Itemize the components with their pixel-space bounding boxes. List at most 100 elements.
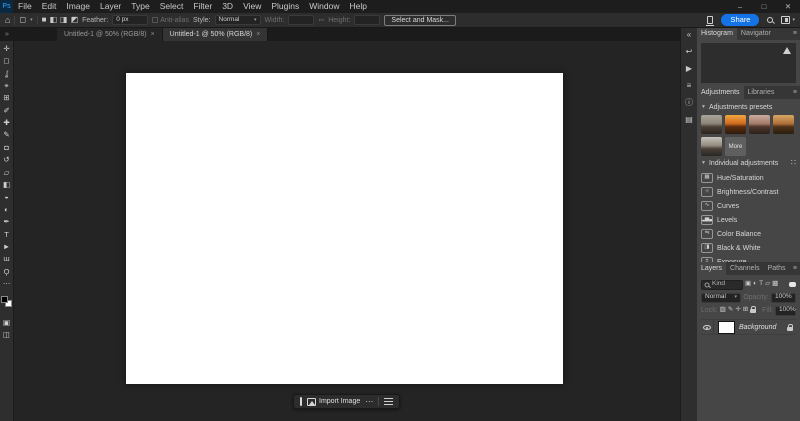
panel-menu-icon[interactable]: ≡ <box>790 262 800 275</box>
document-tab[interactable]: Untitled-1 @ 50% (RGB/8) × <box>57 28 163 41</box>
rectangular-marquee-tool[interactable]: ◻ <box>3 56 9 65</box>
history-brush-tool[interactable]: ↺ <box>3 156 9 165</box>
menu-item[interactable]: Filter <box>188 2 217 11</box>
menu-item[interactable]: Help <box>344 2 371 11</box>
panel-tab[interactable]: Histogram <box>697 27 737 40</box>
menu-item[interactable]: Edit <box>37 2 62 11</box>
menu-item[interactable]: Window <box>304 2 344 11</box>
lock-artboard-icon[interactable]: ⊞ <box>743 307 748 314</box>
panel-tab[interactable]: Paths <box>764 262 790 275</box>
panel-tab[interactable]: Adjustments <box>697 86 744 99</box>
foreground-color-swatch[interactable] <box>1 295 8 303</box>
menu-item[interactable]: File <box>13 2 37 11</box>
type-tool[interactable]: T <box>4 230 9 239</box>
adjustment-item[interactable]: ◨ Black & White <box>701 241 796 255</box>
new-selection-icon[interactable]: ■ <box>42 16 47 24</box>
screen-mode-icon[interactable]: ◫ <box>3 330 10 339</box>
filter-shape-layers-icon[interactable]: ▱ <box>765 281 770 288</box>
edit-toolbar-icon[interactable]: ⋯ <box>3 279 11 288</box>
filter-smart-objects-icon[interactable]: ▩ <box>772 281 778 288</box>
maximize-button[interactable]: □ <box>752 3 776 11</box>
adjustments-presets-header[interactable]: ▼ Adjustments presets <box>701 104 796 111</box>
individual-adjustments-header[interactable]: ▼ Individual adjustments ∷ <box>701 159 796 167</box>
collapse-panels-icon[interactable]: « <box>687 29 691 40</box>
link-dimensions-icon[interactable]: ∾ <box>318 17 324 24</box>
width-input[interactable] <box>288 15 315 25</box>
adjustment-item[interactable]: ± Exposure <box>701 255 796 262</box>
layer-visibility-cell[interactable] <box>701 320 714 334</box>
panel-tab[interactable]: Channels <box>726 262 764 275</box>
more-presets-button[interactable]: More <box>725 137 746 156</box>
layer-filter-toggle[interactable] <box>789 282 796 287</box>
color-swatches[interactable] <box>1 295 12 307</box>
menu-item[interactable]: View <box>238 2 266 11</box>
filter-pixel-layers-icon[interactable]: ▣ <box>745 281 751 288</box>
move-tool[interactable]: ✛ <box>3 44 9 53</box>
layer-lock-icon[interactable] <box>787 323 793 331</box>
panel-menu-icon[interactable]: ≡ <box>790 86 800 99</box>
device-preview-icon[interactable] <box>706 16 715 26</box>
fill-input[interactable]: 100% <box>775 305 796 316</box>
object-selection-tool[interactable]: ⌖ <box>4 81 8 90</box>
import-image-button[interactable]: Import Image <box>307 397 360 406</box>
search-icon[interactable] <box>767 17 774 23</box>
path-selection-tool[interactable]: ► <box>3 242 10 251</box>
quick-mask-icon[interactable]: ▣ <box>3 318 10 327</box>
gradient-tool[interactable]: ◧ <box>3 180 10 189</box>
blur-tool[interactable]: ◒ <box>4 193 9 202</box>
document-tab[interactable]: Untitled-1 @ 50% (RGB/8) × <box>162 28 269 41</box>
grid-view-icon[interactable]: ∷ <box>791 159 796 167</box>
blend-mode-select[interactable]: Normal ▾ <box>701 292 741 303</box>
menu-item[interactable]: Select <box>155 2 189 11</box>
layer-thumbnail[interactable] <box>718 320 735 334</box>
menu-item[interactable]: Type <box>126 2 154 11</box>
panel-tab[interactable]: Navigator <box>737 27 775 40</box>
filter-type-layers-icon[interactable]: T <box>759 281 763 288</box>
eyedropper-tool[interactable]: ✐ <box>3 106 9 115</box>
adjustment-item[interactable]: ∿ Curves <box>701 199 796 213</box>
adjustment-item[interactable]: ▂▅▃ Levels <box>701 213 796 227</box>
document-canvas[interactable] <box>126 73 563 384</box>
taskbar-settings-icon[interactable] <box>384 396 394 407</box>
close-tab-icon[interactable]: × <box>151 31 155 38</box>
style-select[interactable]: Normal ▾ <box>214 15 261 25</box>
lock-transparency-icon[interactable]: ▨ <box>720 307 726 314</box>
preset-thumbnail[interactable] <box>725 115 746 134</box>
lock-all-icon[interactable] <box>750 305 757 313</box>
actions-panel-icon[interactable]: ▶ <box>686 63 692 74</box>
subtract-from-selection-icon[interactable]: ◨ <box>60 16 68 24</box>
close-button[interactable]: ✕ <box>776 3 800 11</box>
layer-filter-select[interactable]: Kind <box>701 279 743 290</box>
spot-healing-brush-tool[interactable]: ✚ <box>3 118 9 127</box>
pen-tool[interactable]: ✒ <box>3 217 9 226</box>
feather-input[interactable]: 0 px <box>112 15 149 25</box>
height-input[interactable] <box>354 15 381 25</box>
warning-icon[interactable] <box>783 47 791 54</box>
panel-tab[interactable]: Layers <box>697 262 727 275</box>
intersect-selection-icon[interactable]: ◩ <box>71 16 79 24</box>
dodge-tool[interactable]: ◐ <box>4 205 9 214</box>
panel-menu-icon[interactable]: ≡ <box>790 27 800 40</box>
home-icon[interactable]: ⌂ <box>5 15 10 25</box>
marquee-tool-preset-icon[interactable]: ◻ <box>19 16 26 24</box>
more-options-icon[interactable]: ⋯ <box>365 397 373 406</box>
menu-item[interactable]: Image <box>61 2 95 11</box>
filter-adjustment-layers-icon[interactable]: ◐ <box>753 281 757 288</box>
history-panel-icon[interactable]: ↩ <box>686 46 693 57</box>
eraser-tool[interactable]: ▱ <box>4 168 10 177</box>
brush-tool[interactable]: ✎ <box>3 131 9 140</box>
antialias-checkbox[interactable] <box>152 17 159 23</box>
adjustment-item[interactable]: ⇋ Color Balance <box>701 227 796 241</box>
libraries-panel-icon[interactable]: ▤ <box>685 114 693 125</box>
info-panel-icon[interactable]: ⓘ <box>685 97 693 108</box>
lasso-tool[interactable]: ʆ <box>5 69 8 78</box>
minimize-button[interactable]: – <box>728 3 752 11</box>
preset-thumbnail[interactable] <box>701 115 722 134</box>
lock-position-icon[interactable]: ✛ <box>735 307 740 314</box>
hand-tool[interactable]: ɯ <box>3 255 9 264</box>
layer-row[interactable]: Background <box>701 319 796 335</box>
select-and-mask-button[interactable]: Select and Mask... <box>384 14 457 26</box>
preset-thumbnail[interactable] <box>701 137 722 156</box>
menu-item[interactable]: 3D <box>217 2 238 11</box>
menu-item[interactable]: Layer <box>95 2 126 11</box>
